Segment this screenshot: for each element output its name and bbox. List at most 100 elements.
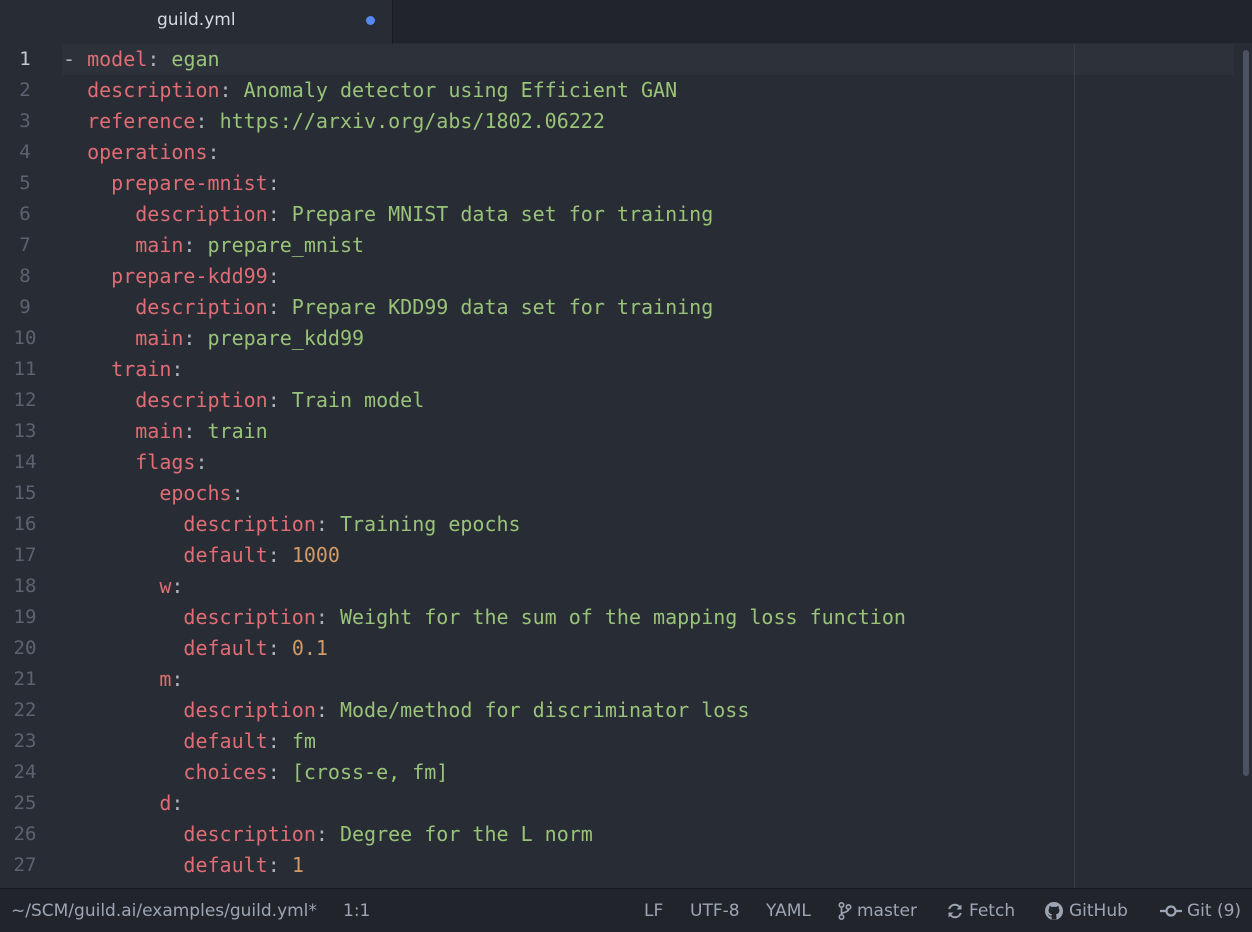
line-number[interactable]: 21 bbox=[0, 664, 50, 695]
line-number[interactable]: 1 bbox=[0, 44, 50, 75]
yaml-key: description bbox=[135, 388, 268, 412]
code-text: m: bbox=[63, 664, 183, 695]
tab-bar: guild.yml bbox=[0, 0, 1252, 44]
yaml-key: prepare-kdd99 bbox=[111, 264, 268, 288]
code-line[interactable]: 18 w: bbox=[0, 571, 1236, 602]
code-line[interactable]: 6 description: Prepare MNIST data set fo… bbox=[0, 199, 1236, 230]
code-line[interactable]: 15 epochs: bbox=[0, 478, 1236, 509]
code-line[interactable]: 21 m: bbox=[0, 664, 1236, 695]
line-number[interactable]: 15 bbox=[0, 478, 50, 509]
git-commit-icon bbox=[1160, 905, 1182, 917]
line-number[interactable]: 20 bbox=[0, 633, 50, 664]
tab-guild-yml[interactable]: guild.yml bbox=[0, 0, 393, 44]
code-line[interactable]: 20 default: 0.1 bbox=[0, 633, 1236, 664]
encoding-selector[interactable]: UTF-8 bbox=[690, 900, 740, 922]
code-line[interactable]: 2 description: Anomaly detector using Ef… bbox=[0, 75, 1236, 106]
file-path[interactable]: ~/SCM/guild.ai/examples/guild.yml* bbox=[11, 900, 317, 922]
line-number[interactable]: 3 bbox=[0, 106, 50, 137]
line-number[interactable]: 8 bbox=[0, 261, 50, 292]
line-ending-selector[interactable]: LF bbox=[644, 900, 663, 922]
code-editor[interactable]: 1- model: egan 2 description: Anomaly det… bbox=[0, 44, 1252, 888]
line-number[interactable]: 17 bbox=[0, 540, 50, 571]
code-line[interactable]: 9 description: Prepare KDD99 data set fo… bbox=[0, 292, 1236, 323]
line-number[interactable]: 24 bbox=[0, 757, 50, 788]
code-line[interactable]: 27 default: 1 bbox=[0, 850, 1236, 881]
line-number[interactable]: 10 bbox=[0, 323, 50, 354]
code-line[interactable]: 14 flags: bbox=[0, 447, 1236, 478]
code-line[interactable]: 13 main: train bbox=[0, 416, 1236, 447]
yaml-separator: : bbox=[267, 543, 292, 567]
yaml-key: d bbox=[159, 791, 172, 815]
line-number[interactable]: 25 bbox=[0, 788, 50, 819]
line-number[interactable]: 5 bbox=[0, 168, 50, 199]
yaml-separator: : bbox=[183, 419, 208, 443]
code-line[interactable]: 3 reference: https://arxiv.org/abs/1802.… bbox=[0, 106, 1236, 137]
yaml-separator: : bbox=[267, 264, 280, 288]
yaml-value: train bbox=[207, 419, 268, 443]
line-number[interactable]: 14 bbox=[0, 447, 50, 478]
yaml-key: description bbox=[135, 295, 268, 319]
line-number[interactable]: 6 bbox=[0, 199, 50, 230]
line-number[interactable]: 12 bbox=[0, 385, 50, 416]
line-number[interactable]: 23 bbox=[0, 726, 50, 757]
code-line[interactable]: 19 description: Weight for the sum of th… bbox=[0, 602, 1236, 633]
yaml-separator: : bbox=[315, 512, 340, 536]
code-line[interactable]: 7 main: prepare_mnist bbox=[0, 230, 1236, 261]
line-number[interactable]: 22 bbox=[0, 695, 50, 726]
line-number[interactable]: 16 bbox=[0, 509, 50, 540]
line-number[interactable]: 9 bbox=[0, 292, 50, 323]
yaml-value: 1 bbox=[291, 853, 304, 877]
line-number[interactable]: 4 bbox=[0, 137, 50, 168]
branch-button[interactable]: master bbox=[838, 900, 917, 922]
yaml-value: Prepare KDD99 data set for training bbox=[291, 295, 714, 319]
code-text: flags: bbox=[63, 447, 208, 478]
yaml-value: fm bbox=[291, 729, 316, 753]
fetch-button[interactable]: Fetch bbox=[946, 900, 1015, 922]
code-text: description: Mode/method for discriminat… bbox=[63, 695, 749, 726]
code-line[interactable]: 4 operations: bbox=[0, 137, 1236, 168]
line-number[interactable]: 11 bbox=[0, 354, 50, 385]
line-number[interactable]: 7 bbox=[0, 230, 50, 261]
vertical-scrollbar[interactable] bbox=[1242, 44, 1250, 888]
code-line[interactable]: 25 d: bbox=[0, 788, 1236, 819]
yaml-key: description bbox=[135, 202, 268, 226]
yaml-key: description bbox=[183, 822, 316, 846]
line-number[interactable]: 26 bbox=[0, 819, 50, 850]
line-number[interactable]: 13 bbox=[0, 416, 50, 447]
code-line[interactable]: 1- model: egan bbox=[0, 44, 1236, 75]
code-line[interactable]: 24 choices: [cross-e, fm] bbox=[0, 757, 1236, 788]
code-line[interactable]: 12 description: Train model bbox=[0, 385, 1236, 416]
github-button[interactable]: GitHub bbox=[1044, 900, 1128, 922]
code-line[interactable]: 17 default: 1000 bbox=[0, 540, 1236, 571]
code-line[interactable]: 5 prepare-mnist: bbox=[0, 168, 1236, 199]
yaml-key: main bbox=[135, 419, 184, 443]
scrollbar-thumb[interactable] bbox=[1243, 50, 1249, 776]
code-line[interactable]: 10 main: prepare_kdd99 bbox=[0, 323, 1236, 354]
code-line[interactable]: 23 default: fm bbox=[0, 726, 1236, 757]
cursor-position[interactable]: 1:1 bbox=[343, 900, 370, 922]
code-text: main: train bbox=[63, 416, 268, 447]
code-line[interactable]: 26 description: Degree for the L norm bbox=[0, 819, 1236, 850]
line-number[interactable]: 18 bbox=[0, 571, 50, 602]
line-number[interactable]: 27 bbox=[0, 850, 50, 881]
code-line[interactable]: 8 prepare-kdd99: bbox=[0, 261, 1236, 292]
code-text: description: Training epochs bbox=[63, 509, 520, 540]
code-line[interactable]: 22 description: Mode/method for discrimi… bbox=[0, 695, 1236, 726]
yaml-value: https://arxiv.org/abs/1802.06222 bbox=[219, 109, 605, 133]
modified-indicator-icon[interactable] bbox=[366, 16, 375, 25]
branch-label: master bbox=[857, 901, 917, 921]
yaml-key: default bbox=[183, 543, 268, 567]
code-line[interactable]: 11 train: bbox=[0, 354, 1236, 385]
line-number[interactable]: 2 bbox=[0, 75, 50, 106]
github-icon bbox=[1045, 902, 1063, 920]
yaml-key: w bbox=[159, 574, 172, 598]
line-number[interactable]: 19 bbox=[0, 602, 50, 633]
code-line[interactable]: 16 description: Training epochs bbox=[0, 509, 1236, 540]
git-panel-button[interactable]: Git (9) bbox=[1160, 900, 1241, 922]
grammar-selector[interactable]: YAML bbox=[766, 900, 811, 922]
yaml-separator: : bbox=[195, 450, 208, 474]
